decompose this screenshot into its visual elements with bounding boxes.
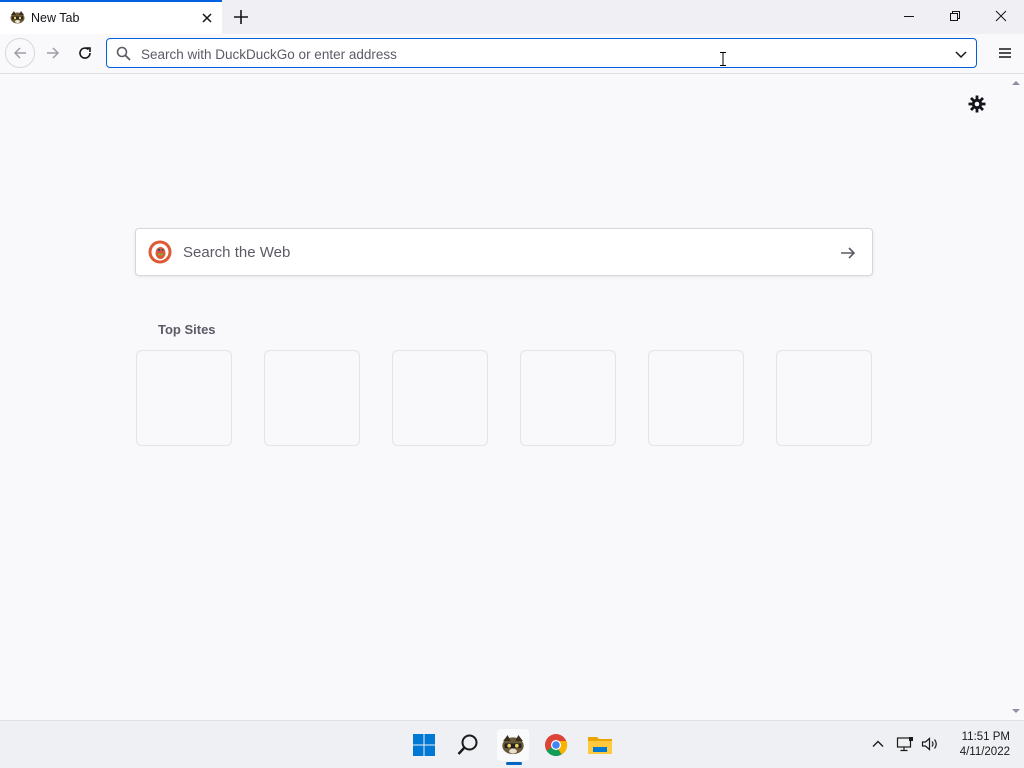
speaker-icon <box>921 737 937 751</box>
reload-button[interactable] <box>70 38 100 68</box>
address-bar[interactable] <box>106 38 977 68</box>
arrow-right-icon[interactable] <box>838 243 858 263</box>
chrome-icon <box>545 734 568 756</box>
forward-button[interactable] <box>38 38 68 68</box>
librewolf-icon <box>502 735 524 755</box>
app-menu-button[interactable] <box>993 38 1017 68</box>
search-icon <box>116 46 131 61</box>
close-window-button[interactable] <box>978 0 1024 32</box>
active-app-indicator <box>506 762 522 765</box>
volume-button[interactable] <box>920 734 940 754</box>
windows-start-icon <box>413 734 435 756</box>
librewolf-raccoon-icon <box>10 11 25 24</box>
tab-strip: New Tab <box>0 0 1024 34</box>
taskbar: 11:51 PM 4/11/2022 <box>0 720 1024 768</box>
web-search-box[interactable]: Search the Web <box>135 228 873 276</box>
show-hidden-icons-button[interactable] <box>868 734 888 754</box>
tab-new-tab[interactable]: New Tab <box>0 0 222 34</box>
navigation-toolbar <box>0 34 1024 74</box>
tab-title: New Tab <box>31 11 80 25</box>
minimize-button[interactable] <box>886 0 932 32</box>
taskbar-librewolf-button[interactable] <box>497 729 529 761</box>
scrollbar[interactable] <box>1008 74 1024 720</box>
file-explorer-icon <box>588 737 612 754</box>
chevron-down-icon[interactable] <box>953 46 969 62</box>
top-site-tile[interactable] <box>776 350 872 446</box>
restore-icon <box>950 11 960 21</box>
clock-date: 4/11/2022 <box>959 746 1010 758</box>
duckduckgo-icon <box>148 240 172 264</box>
arrow-right-icon <box>47 47 60 59</box>
back-button[interactable] <box>5 38 35 68</box>
top-sites-heading: Top Sites <box>158 322 216 337</box>
top-site-tile[interactable] <box>648 350 744 446</box>
start-button[interactable] <box>408 729 440 761</box>
top-site-tile[interactable] <box>136 350 232 446</box>
clock-time: 11:51 PM <box>961 731 1010 743</box>
close-icon <box>995 10 1007 22</box>
taskbar-file-explorer-button[interactable] <box>584 729 616 761</box>
hamburger-menu-icon <box>999 48 1011 58</box>
taskbar-clock[interactable]: 11:51 PM 4/11/2022 <box>940 730 1010 760</box>
scroll-down-icon[interactable] <box>1008 706 1024 716</box>
new-tab-plus-icon[interactable] <box>231 7 251 27</box>
taskbar-search-button[interactable] <box>452 729 484 761</box>
reload-icon <box>79 47 91 59</box>
search-icon <box>457 734 478 755</box>
address-input[interactable] <box>139 44 923 64</box>
minimize-icon <box>904 16 914 17</box>
arrow-left-icon <box>13 47 26 59</box>
web-search-placeholder: Search the Web <box>183 244 291 261</box>
close-tab-icon[interactable] <box>199 10 215 26</box>
top-site-tile[interactable] <box>520 350 616 446</box>
network-icon <box>896 737 913 752</box>
gear-icon[interactable] <box>967 94 987 114</box>
text-cursor-icon <box>720 52 726 66</box>
top-site-tile[interactable] <box>392 350 488 446</box>
network-button[interactable] <box>895 734 915 754</box>
top-site-tile[interactable] <box>264 350 360 446</box>
restore-button[interactable] <box>932 0 978 32</box>
scroll-up-icon[interactable] <box>1008 78 1024 88</box>
taskbar-chrome-button[interactable] <box>540 729 572 761</box>
chevron-up-icon <box>872 740 884 747</box>
